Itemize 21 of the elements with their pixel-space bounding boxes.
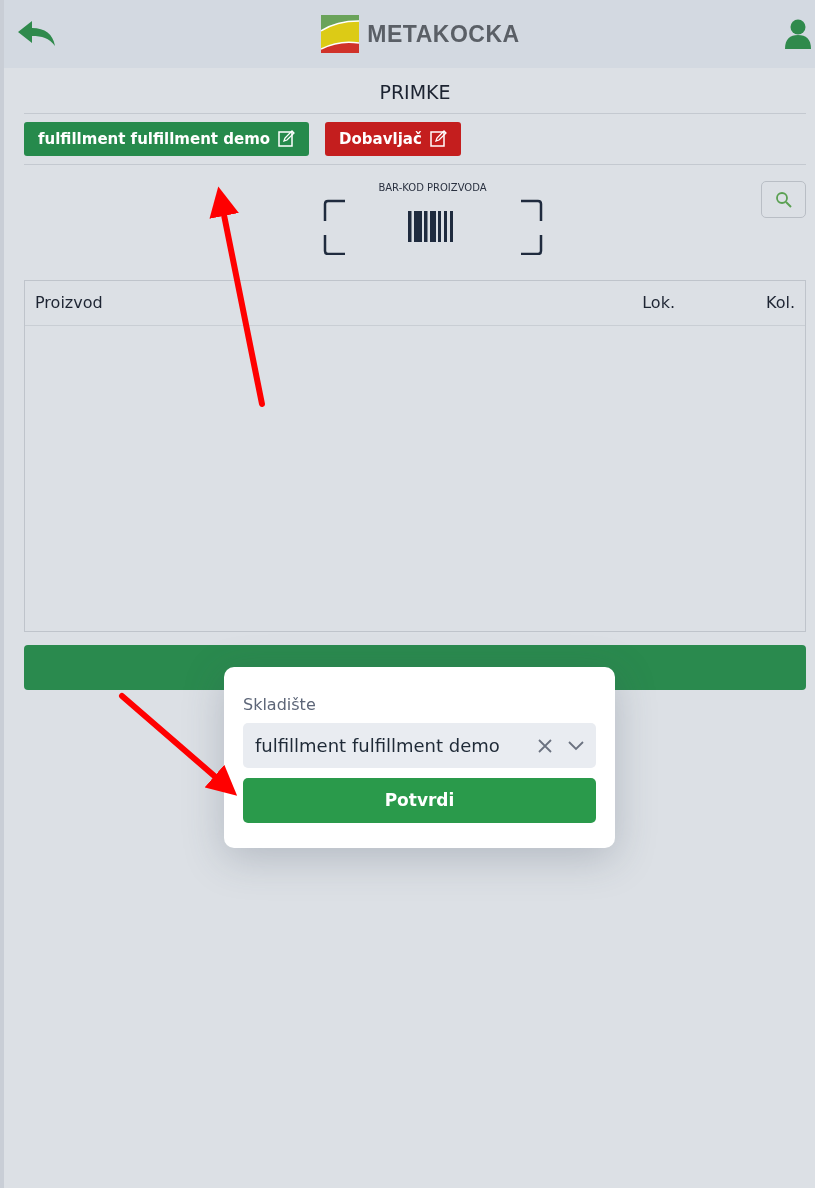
column-header: Proizvod xyxy=(35,292,104,314)
edit-button[interactable]: Dobavljač xyxy=(325,121,461,156)
confirm-button[interactable]: Potvrdi xyxy=(243,778,596,823)
chevron-down-icon[interactable] xyxy=(568,740,584,751)
edit-icon xyxy=(429,130,447,148)
scanner-label: BAR-KOD PROIZVODA xyxy=(378,181,487,195)
edit-icon xyxy=(278,130,296,148)
search-button[interactable] xyxy=(761,181,806,218)
logo-icon xyxy=(321,15,360,53)
edit-button[interactable]: fulfillment fulfillment demo xyxy=(24,121,310,156)
logo-text: METAKOCKA xyxy=(367,19,520,49)
search-icon xyxy=(774,190,793,209)
column-header: Kol. xyxy=(766,292,795,314)
back-icon[interactable] xyxy=(18,21,56,47)
clear-icon[interactable] xyxy=(538,738,552,753)
column-header: Lok. xyxy=(642,292,675,314)
select-field[interactable]: fulfillment fulfillment demo xyxy=(243,723,596,768)
barcode-scanner-icon[interactable] xyxy=(322,199,543,255)
field-label: Skladište xyxy=(243,694,317,716)
page-title: PRIMKE xyxy=(378,80,452,105)
user-icon[interactable] xyxy=(785,19,811,49)
